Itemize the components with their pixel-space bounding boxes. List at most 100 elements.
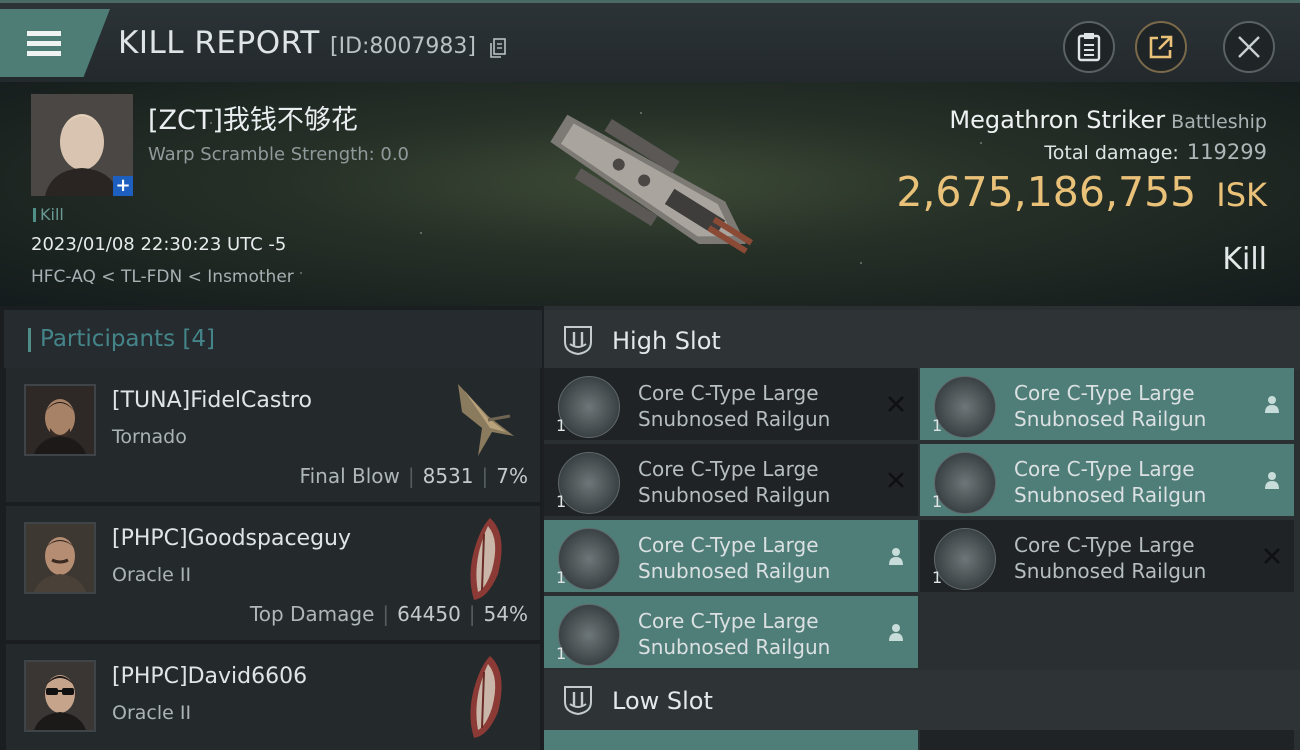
participant-stats: Top Damage | 64450 | 54% xyxy=(249,602,528,626)
participant-ship: Oracle II xyxy=(112,564,192,586)
menu-button[interactable] xyxy=(0,9,110,77)
low-slot-icon xyxy=(564,686,592,716)
participant-ship: Tornado xyxy=(112,426,187,448)
railgun-icon xyxy=(558,452,620,514)
kill-location[interactable]: HFC-AQ < TL-FDN < Insmother xyxy=(31,267,294,287)
isk-loss: 2,675,186,755 ISK xyxy=(896,168,1267,216)
participant-ship: Oracle II xyxy=(112,702,192,724)
module-name: Core C-Type Large Snubnosed Railgun xyxy=(638,381,831,431)
participants-title: Participants xyxy=(40,326,176,352)
participant-stat-label: Final Blow xyxy=(299,464,400,488)
high-slot-title: High Slot xyxy=(612,327,721,355)
low-slot-title: Low Slot xyxy=(612,687,713,715)
dropped-person-icon xyxy=(889,548,903,565)
module-quantity: 1 xyxy=(556,492,567,511)
module-item[interactable]: 1 Core C-Type Large Snubnosed Railgun xyxy=(544,596,918,668)
participant-avatar[interactable] xyxy=(24,660,96,732)
participant-row[interactable]: [PHPC]David6606 Oracle II xyxy=(6,644,540,750)
clipboard-button[interactable] xyxy=(1063,21,1115,73)
participant-damage: 64450 xyxy=(397,602,461,626)
module-item[interactable]: 1 Core C-Type Large Snubnosed Railgun xyxy=(920,444,1294,516)
isk-unit: ISK xyxy=(1216,176,1267,214)
participant-ship-image[interactable] xyxy=(448,514,520,602)
module-item[interactable]: 1 Core C-Type Large Snubnosed Railgun xyxy=(544,520,918,592)
participant-name[interactable]: [PHPC]David6606 xyxy=(112,664,307,689)
participant-name[interactable]: [PHPC]Goodspaceguy xyxy=(112,526,351,551)
copy-icon[interactable] xyxy=(490,38,506,58)
module-quantity: 1 xyxy=(932,492,943,511)
module-name: Core C-Type Large Snubnosed Railgun xyxy=(638,457,831,507)
victim-ship-class: Battleship xyxy=(1171,111,1267,133)
module-quantity: 1 xyxy=(556,568,567,587)
victim-ship-info: Megathron Striker Battleship xyxy=(949,106,1267,134)
module-name: Core C-Type Large Snubnosed Railgun xyxy=(1014,381,1207,431)
victim-name[interactable]: [ZCT]我钱不够花 xyxy=(148,98,358,137)
module-quantity: 1 xyxy=(556,644,567,663)
kill-tag-marker-icon xyxy=(33,208,36,222)
page-title: KILL REPORT xyxy=(118,25,320,61)
participant-percent: 7% xyxy=(496,464,528,488)
participants-header: Participants [4] xyxy=(4,310,542,368)
close-button[interactable] xyxy=(1223,21,1275,73)
low-slot-header: Low Slot xyxy=(544,670,1300,730)
module-item[interactable]: 1 Core C-Type Large Snubnosed Railgun xyxy=(920,368,1294,440)
module-item[interactable] xyxy=(920,730,1294,750)
report-id: [ID:8007983] xyxy=(330,34,476,59)
share-button[interactable] xyxy=(1135,21,1187,73)
module-item[interactable]: 1 Core C-Type Large Snubnosed Railgun xyxy=(544,444,918,516)
participant-name[interactable]: [TUNA]FidelCastro xyxy=(112,388,312,413)
victim-ship-image[interactable] xyxy=(520,90,780,290)
participant-portrait-image xyxy=(26,662,94,730)
railgun-icon xyxy=(934,528,996,590)
total-damage-value: 119299 xyxy=(1186,140,1267,164)
participant-avatar[interactable] xyxy=(24,522,96,594)
destroyed-icon xyxy=(888,472,904,488)
fittings-panel: High Slot 1 Core C-Type Large Snubnosed R… xyxy=(544,306,1300,750)
isk-value: 2,675,186,755 xyxy=(896,168,1197,216)
participants-header-marker xyxy=(28,328,31,352)
add-contact-icon[interactable]: + xyxy=(113,176,133,196)
dropped-person-icon xyxy=(889,624,903,641)
participant-percent: 54% xyxy=(483,602,528,626)
railgun-icon xyxy=(558,376,620,438)
participant-row[interactable]: [TUNA]FidelCastro Tornado Final Blow | 853… xyxy=(6,368,540,502)
high-slot-header: High Slot xyxy=(544,310,1300,370)
module-name: Core C-Type Large Snubnosed Railgun xyxy=(638,533,831,583)
module-item[interactable] xyxy=(544,730,918,750)
module-item[interactable]: 1 Core C-Type Large Snubnosed Railgun xyxy=(920,520,1294,592)
destroyed-icon xyxy=(888,396,904,412)
module-name: Core C-Type Large Snubnosed Railgun xyxy=(1014,457,1207,507)
share-icon xyxy=(1149,35,1173,59)
participants-panel: Participants [4] [TUNA]FidelCastro Torna… xyxy=(0,306,542,750)
module-name: Core C-Type Large Snubnosed Railgun xyxy=(1014,533,1207,583)
railgun-icon xyxy=(934,376,996,438)
module-item[interactable]: 1 Core C-Type Large Snubnosed Railgun xyxy=(544,368,918,440)
participant-ship-image[interactable] xyxy=(448,376,520,464)
participant-damage: 8531 xyxy=(422,464,474,488)
close-icon xyxy=(1238,36,1260,58)
destroyed-icon xyxy=(1264,548,1280,564)
victim-ship-name[interactable]: Megathron Striker xyxy=(949,106,1165,134)
header-bar: KILL REPORT [ID:8007983] xyxy=(0,0,1300,82)
kill-timestamp: 2023/01/08 22:30:23 UTC -5 xyxy=(31,234,287,255)
railgun-icon xyxy=(558,528,620,590)
railgun-icon xyxy=(934,452,996,514)
participant-portrait-image xyxy=(26,524,94,592)
total-damage-label: Total damage: xyxy=(1044,142,1179,164)
participant-portrait-image xyxy=(26,386,94,454)
participants-count: [4] xyxy=(182,326,216,352)
participant-avatar[interactable] xyxy=(24,384,96,456)
railgun-icon xyxy=(558,604,620,666)
participant-ship-image[interactable] xyxy=(448,652,520,740)
module-quantity: 1 xyxy=(932,416,943,435)
total-damage: Total damage: 119299 xyxy=(1044,140,1267,164)
kill-tag: Kill xyxy=(33,205,64,224)
participant-stat-label: Top Damage xyxy=(249,602,375,626)
warp-scramble-strength: Warp Scramble Strength: 0.0 xyxy=(148,144,410,165)
victim-banner: + [ZCT]我钱不够花 Warp Scramble Strength: 0.0… xyxy=(0,82,1300,306)
kill-type-label: Kill xyxy=(1222,242,1267,277)
module-quantity: 1 xyxy=(932,568,943,587)
module-name: Core C-Type Large Snubnosed Railgun xyxy=(638,609,831,659)
participant-row[interactable]: [PHPC]Goodspaceguy Oracle II Top Damage |… xyxy=(6,506,540,640)
dropped-person-icon xyxy=(1265,472,1279,489)
